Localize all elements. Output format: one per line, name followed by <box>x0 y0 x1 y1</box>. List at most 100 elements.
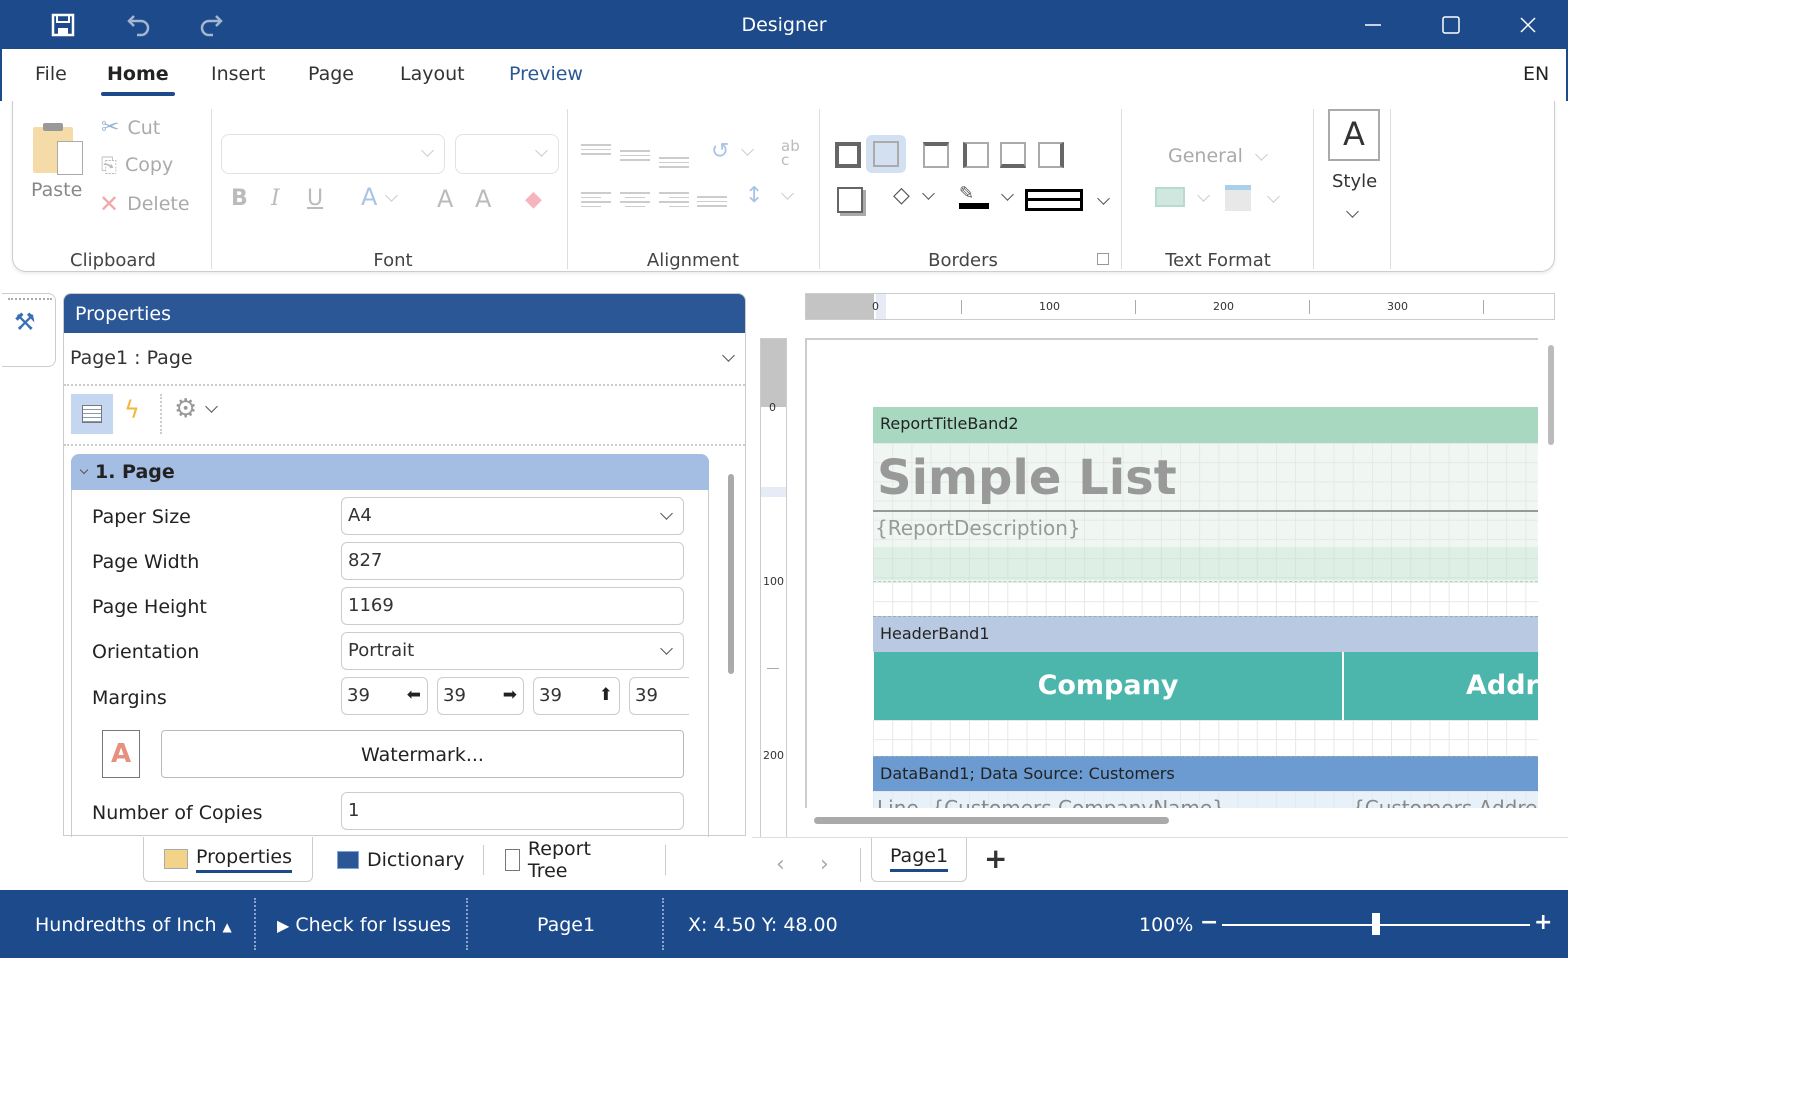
word-wrap-button[interactable]: ab c <box>781 139 807 168</box>
tab-dictionary[interactable]: Dictionary <box>337 837 464 882</box>
line-spacing-button[interactable]: ↕ <box>745 183 795 208</box>
paper-size-label: Paper Size <box>92 506 191 528</box>
menu-preview[interactable]: Preview <box>509 63 583 85</box>
paste-button[interactable]: Paste <box>31 121 83 201</box>
margin-left-input[interactable]: 39 ⬅ <box>341 677 428 715</box>
category-header[interactable]: 1. Page <box>71 454 709 490</box>
ruler-margin <box>806 294 874 319</box>
report-page[interactable]: ReportTitleBand2 Simple List {ReportDesc… <box>805 338 1538 808</box>
margin-top-input[interactable]: 39 ⬆ <box>533 677 620 715</box>
all-borders-button[interactable] <box>835 142 861 168</box>
events-button[interactable]: ϟ <box>124 396 140 424</box>
page-tab-page1[interactable]: Page1 <box>871 838 967 882</box>
page-height-input[interactable]: 1169 <box>341 587 684 625</box>
canvas-horizontal-scrollbar[interactable] <box>814 817 1169 824</box>
ruler-h-tick: 100 <box>1039 300 1060 313</box>
grow-font-button[interactable]: A <box>437 185 453 213</box>
font-family-combo[interactable] <box>221 134 445 174</box>
border-color-button[interactable]: ✎ <box>959 183 1014 209</box>
minimize-button[interactable] <box>1358 10 1388 40</box>
canvas-vertical-scrollbar[interactable] <box>1548 345 1554 445</box>
right-border-button[interactable] <box>1038 142 1064 168</box>
prev-page-button[interactable]: ‹ <box>776 852 785 877</box>
margin-bottom-input[interactable]: 39 <box>629 677 689 715</box>
bold-button[interactable]: B <box>231 186 248 211</box>
shrink-font-button[interactable]: A <box>475 185 491 213</box>
align-center-button[interactable] <box>620 189 650 210</box>
tools-icon[interactable]: ⚒ <box>14 308 36 336</box>
align-middle-button[interactable] <box>620 147 650 164</box>
border-style-button[interactable] <box>1025 189 1110 211</box>
align-left-button[interactable] <box>581 189 611 210</box>
report-title-band[interactable]: ReportTitleBand2 <box>873 407 1538 443</box>
page-width-input[interactable]: 827 <box>341 542 684 580</box>
top-border-button[interactable] <box>923 142 949 168</box>
add-page-button[interactable]: + <box>984 842 1007 875</box>
header-cell-company[interactable]: Company <box>874 652 1342 720</box>
style-dropdown[interactable] <box>1346 201 1359 220</box>
language-indicator[interactable]: EN <box>1523 63 1549 85</box>
delete-button[interactable]: ✕ Delete <box>99 190 190 218</box>
ruler-cursor <box>761 487 786 497</box>
orientation-label: Orientation <box>92 641 200 663</box>
header-cell-address[interactable]: Addre <box>1344 652 1538 720</box>
orientation-select[interactable]: Portrait <box>341 632 684 670</box>
units-selector[interactable]: Hundredths of Inch ▲ <box>35 914 232 936</box>
cut-button[interactable]: ✂ Cut <box>101 115 160 140</box>
paper-size-select[interactable]: A4 <box>341 497 684 535</box>
data-cell-address[interactable]: {Customers.Address} <box>1352 796 1538 808</box>
close-button[interactable] <box>1513 10 1543 40</box>
tab-properties[interactable]: Properties <box>143 837 313 882</box>
drag-handle[interactable] <box>8 298 52 300</box>
properties-view-button[interactable] <box>71 394 113 434</box>
tab-report-tree[interactable]: Report Tree <box>505 837 598 882</box>
align-right-button[interactable] <box>659 189 689 210</box>
shadow-button[interactable] <box>837 187 863 213</box>
zoom-in-button[interactable]: + <box>1534 910 1552 935</box>
no-border-button[interactable] <box>866 135 906 173</box>
rotate-button[interactable]: ↺ <box>711 139 755 164</box>
report-description-text[interactable]: {ReportDescription} <box>875 516 1081 540</box>
font-color-button[interactable]: A <box>361 183 399 211</box>
currency-format-button[interactable] <box>1155 187 1210 207</box>
header-band[interactable]: HeaderBand1 <box>873 616 1538 652</box>
date-format-button[interactable] <box>1225 185 1280 211</box>
copies-input[interactable]: 1 <box>341 792 684 830</box>
clear-format-button[interactable]: ◆ <box>525 187 542 212</box>
menu-layout[interactable]: Layout <box>400 63 465 85</box>
fill-color-button[interactable]: ◇ <box>893 183 935 208</box>
zoom-out-button[interactable]: − <box>1200 910 1218 935</box>
properties-panel: Properties Page1 : Page ϟ ⚙ 1. Page Pape… <box>63 293 746 837</box>
report-title-text[interactable]: Simple List <box>877 450 1177 506</box>
left-border-button[interactable] <box>963 142 989 168</box>
menu-page[interactable]: Page <box>308 63 354 85</box>
watermark-button[interactable]: Watermark... <box>161 730 684 778</box>
text-format-combo[interactable]: General <box>1168 145 1268 167</box>
align-justify-button[interactable] <box>697 193 727 210</box>
menu-home[interactable]: Home <box>101 63 175 96</box>
copy-button[interactable]: ⎘ Copy <box>101 153 173 177</box>
underline-button[interactable]: U <box>307 186 323 211</box>
check-issues-button[interactable]: ▶ Check for Issues <box>277 914 451 936</box>
font-size-combo[interactable] <box>455 134 559 174</box>
align-bottom-button[interactable] <box>659 154 689 171</box>
object-selector[interactable]: Page1 : Page <box>64 333 745 386</box>
bottom-border-button[interactable] <box>1000 142 1026 168</box>
settings-button[interactable]: ⚙ <box>174 394 219 424</box>
italic-button[interactable]: I <box>271 186 280 211</box>
data-cell-company[interactable]: Line, {Customers.CompanyName} <box>877 796 1225 808</box>
menu-file[interactable]: File <box>35 63 67 85</box>
margin-right-input[interactable]: 39 ➡ <box>437 677 524 715</box>
style-button[interactable]: A <box>1328 109 1380 161</box>
data-band[interactable]: DataBand1; Data Source: Customers <box>873 756 1538 791</box>
borders-dialog-launcher[interactable] <box>1097 253 1109 265</box>
zoom-slider-thumb[interactable] <box>1372 913 1380 935</box>
properties-scrollbar[interactable] <box>728 474 734 674</box>
maximize-button[interactable] <box>1436 10 1466 40</box>
align-top-button[interactable] <box>581 141 611 158</box>
next-page-button[interactable]: › <box>820 852 829 877</box>
ruler-v-tick: 200 <box>763 749 784 762</box>
empty-area <box>873 582 1538 616</box>
zoom-level: 100% <box>1139 914 1194 936</box>
menu-insert[interactable]: Insert <box>211 63 266 85</box>
